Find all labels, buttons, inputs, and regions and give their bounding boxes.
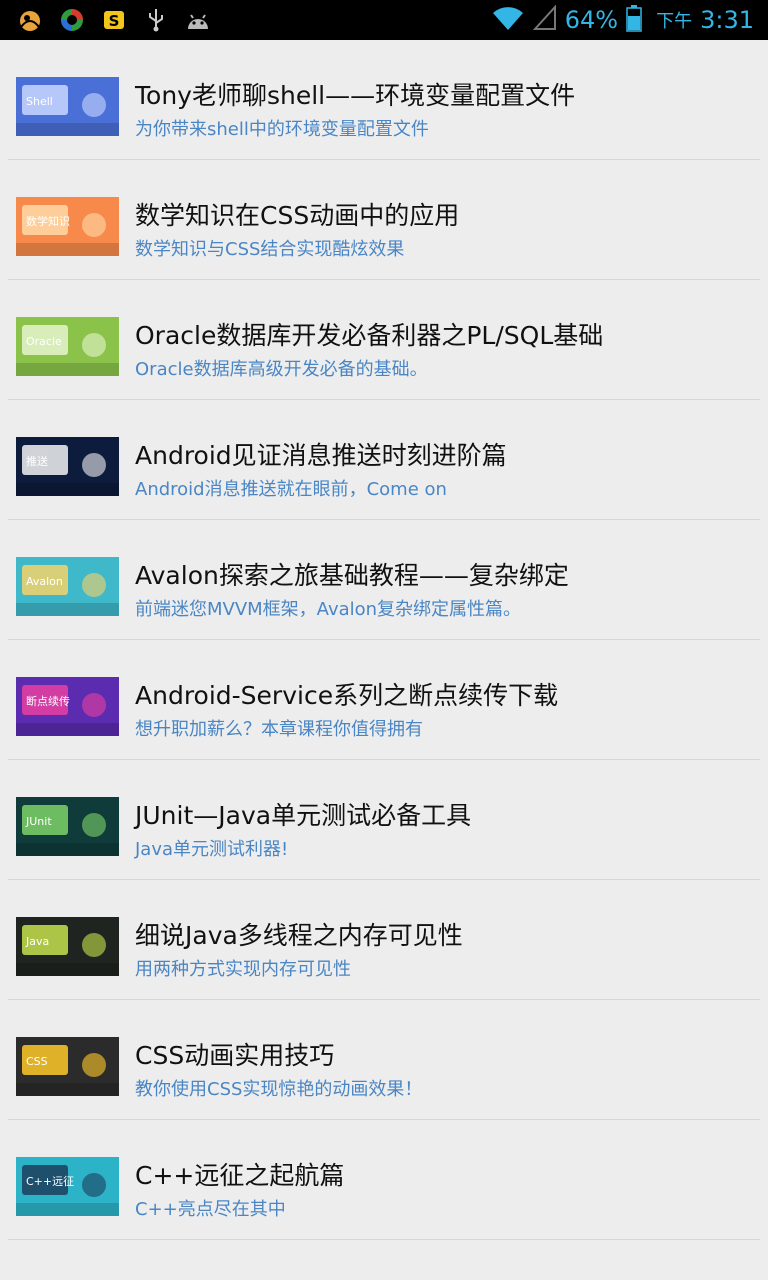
ampm-label: 下午 <box>656 11 693 32</box>
course-subtitle: 想升职加薪么？本章课程你值得拥有 <box>135 719 423 740</box>
course-thumbnail[interactable]: Oracle <box>16 317 119 376</box>
course-title[interactable]: Tony老师聊shell——环境变量配置文件 <box>135 76 575 112</box>
uc-browser-icon <box>16 6 44 34</box>
course-title[interactable]: Oracle数据库开发必备利器之PL/SQL基础 <box>135 316 603 352</box>
s-app-icon: S <box>100 6 128 34</box>
battery-icon <box>626 4 642 36</box>
status-bar: S 64% 下午 3:31 <box>0 0 768 40</box>
course-row[interactable]: 推送 Android见证消息推送时刻进阶篇 Android消息推送就在眼前，Come… <box>8 400 760 520</box>
course-row[interactable]: Avalon Avalon探索之旅基础教程——复杂绑定前端迷您MVVM框架，Ava… <box>8 520 760 640</box>
svg-text:数学知识: 数学知识 <box>26 214 70 228</box>
course-subtitle: Java单元测试利器! <box>135 839 289 860</box>
signal-icon <box>532 4 557 35</box>
course-title[interactable]: JUnit—Java单元测试必备工具 <box>135 796 471 832</box>
course-title[interactable]: 数学知识在CSS动画中的应用 <box>135 196 459 232</box>
system-status: 64% 下午 3:31 <box>491 0 754 40</box>
course-subtitle: Android消息推送就在眼前，Come on <box>135 479 447 500</box>
usb-icon <box>142 6 170 34</box>
course-thumbnail[interactable]: JUnit <box>16 797 119 856</box>
course-subtitle: 数学知识与CSS结合实现酷炫效果 <box>135 239 405 260</box>
course-thumbnail[interactable]: 推送 <box>16 437 119 496</box>
course-row[interactable]: JUnit JUnit—Java单元测试必备工具 Java单元测试利器! <box>8 760 760 880</box>
svg-text:S: S <box>109 12 120 30</box>
wifi-icon <box>491 4 525 36</box>
course-thumbnail[interactable]: 数学知识 <box>16 197 119 256</box>
course-row[interactable]: 断点续传 Android-Service系列之断点续传下载想升职加薪么？本章课程你… <box>8 640 760 760</box>
course-thumbnail[interactable]: Avalon <box>16 557 119 616</box>
course-row[interactable]: 数学知识 数学知识在CSS动画中的应用数学知识与CSS结合实现酷炫效果 <box>8 160 760 280</box>
android-debug-icon <box>184 6 212 34</box>
svg-text:CSS: CSS <box>26 1055 48 1068</box>
course-subtitle: 教你使用CSS实现惊艳的动画效果！ <box>135 1079 423 1100</box>
course-thumbnail[interactable]: C++远征 <box>16 1157 119 1216</box>
svg-text:JUnit: JUnit <box>25 815 52 828</box>
circle-app-icon <box>58 6 86 34</box>
svg-text:断点续传: 断点续传 <box>26 694 70 708</box>
course-row[interactable]: C++远征 C++远征之起航篇 C++亮点尽在其中 <box>8 1120 760 1240</box>
course-subtitle: 前端迷您MVVM框架，Avalon复杂绑定属性篇。 <box>135 599 522 620</box>
svg-text:C++远征: C++远征 <box>26 1175 74 1188</box>
notification-icons: S <box>16 6 212 34</box>
course-thumbnail[interactable]: CSS <box>16 1037 119 1096</box>
course-title[interactable]: CSS动画实用技巧 <box>135 1036 334 1072</box>
course-row[interactable]: Shell Tony老师聊shell——环境变量配置文件为你带来shell中的环境… <box>8 40 760 160</box>
course-subtitle: 用两种方式实现内存可见性 <box>135 959 351 980</box>
course-title[interactable]: Android-Service系列之断点续传下载 <box>135 676 558 712</box>
svg-text:推送: 推送 <box>26 454 48 468</box>
course-subtitle: C++亮点尽在其中 <box>135 1199 286 1220</box>
battery-percent: 64% <box>564 6 619 34</box>
course-subtitle: 为你带来shell中的环境变量配置文件 <box>135 119 429 140</box>
course-title[interactable]: Avalon探索之旅基础教程——复杂绑定 <box>135 556 569 592</box>
course-title[interactable]: Android见证消息推送时刻进阶篇 <box>135 436 507 472</box>
svg-text:Avalon: Avalon <box>26 575 63 588</box>
course-row[interactable]: CSS CSS动画实用技巧教你使用CSS实现惊艳的动画效果！ <box>8 1000 760 1120</box>
svg-text:Oracle: Oracle <box>26 335 62 348</box>
course-row[interactable]: Oracle Oracle数据库开发必备利器之PL/SQL基础 Oracle数据库高… <box>8 280 760 400</box>
course-thumbnail[interactable]: Shell <box>16 77 119 136</box>
course-row[interactable]: Java 细说Java多线程之内存可见性用两种方式实现内存可见性 <box>8 880 760 1000</box>
course-title[interactable]: 细说Java多线程之内存可见性 <box>135 916 463 952</box>
course-list: Shell Tony老师聊shell——环境变量配置文件为你带来shell中的环境… <box>0 40 768 1240</box>
course-title[interactable]: C++远征之起航篇 <box>135 1156 344 1192</box>
svg-text:Shell: Shell <box>26 95 53 108</box>
course-thumbnail[interactable]: Java <box>16 917 119 976</box>
clock: 3:31 <box>700 6 754 34</box>
course-thumbnail[interactable]: 断点续传 <box>16 677 119 736</box>
svg-text:Java: Java <box>25 935 49 948</box>
course-subtitle: Oracle数据库高级开发必备的基础。 <box>135 359 428 380</box>
